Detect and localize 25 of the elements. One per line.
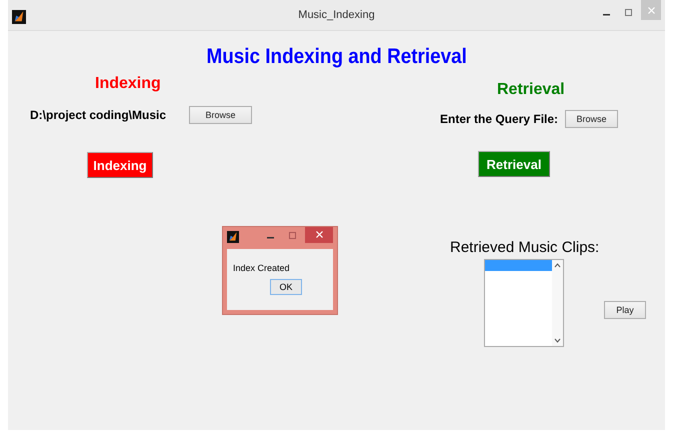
retrieved-clips-label: Retrieved Music Clips: — [450, 239, 600, 256]
clips-listbox[interactable] — [484, 259, 564, 347]
indexing-heading: Indexing — [95, 75, 161, 93]
indexing-button[interactable]: Indexing — [87, 152, 153, 178]
scroll-bar[interactable] — [552, 260, 563, 346]
maximize-icon — [288, 232, 296, 238]
window-title: Music_Indexing — [298, 9, 375, 21]
app-icon — [12, 10, 26, 24]
close-button[interactable] — [305, 227, 333, 243]
app-icon — [227, 231, 239, 243]
play-button[interactable]: Play — [604, 301, 646, 319]
maximize-icon — [624, 8, 632, 16]
close-icon — [648, 6, 654, 14]
ok-button[interactable]: OK — [270, 279, 302, 295]
scroll-up-icon[interactable] — [554, 263, 561, 268]
retrieval-button[interactable]: Retrieval — [478, 151, 550, 177]
browse-button[interactable]: Browse — [189, 106, 252, 124]
query-file-label: Enter the Query File: — [440, 112, 558, 126]
scroll-down-icon[interactable] — [554, 338, 561, 343]
close-icon — [316, 230, 322, 238]
folder-path: D:\project coding\Music — [30, 108, 166, 122]
browse-button[interactable]: Browse — [565, 110, 618, 128]
dialog-message: Index Created — [233, 263, 291, 273]
page-heading: Music Indexing and Retrieval — [206, 45, 467, 69]
retrieval-heading: Retrieval — [497, 81, 565, 99]
